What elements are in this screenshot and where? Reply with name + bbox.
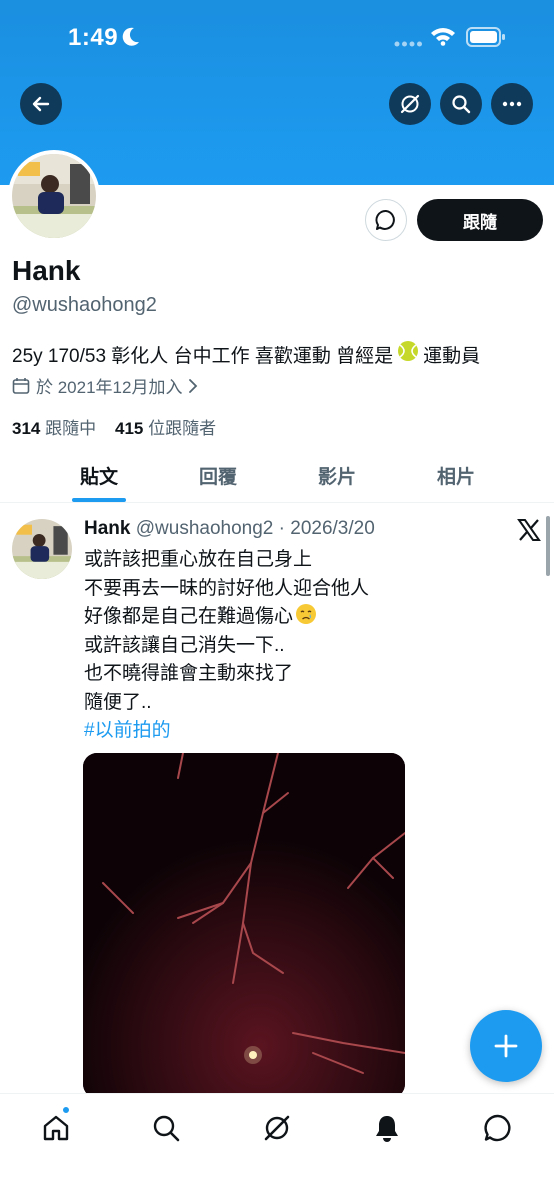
joined-date[interactable]: 於 2021年12月加入 [12, 373, 198, 398]
follow-button[interactable]: 跟隨 [417, 199, 543, 241]
nav-messages[interactable] [480, 1110, 516, 1146]
tab-posts[interactable]: 貼文 [80, 462, 118, 489]
message-button[interactable] [365, 199, 407, 241]
back-button[interactable] [20, 83, 62, 125]
post-media[interactable] [83, 753, 405, 1098]
following-count: 314 [12, 419, 41, 438]
wifi-icon [431, 28, 455, 46]
plus-icon [494, 1034, 518, 1058]
search-button[interactable] [440, 83, 482, 125]
battery-icon [466, 27, 505, 47]
post-line: 不要再去一昧的討好他人迎合他人 [84, 577, 370, 599]
home-icon [43, 1115, 69, 1141]
status-bar: 1:49 [0, 0, 554, 75]
messages-icon [484, 1114, 511, 1142]
post-line: 隨便了.. [84, 691, 152, 713]
follow-stats: 314 跟隨中 415 位跟隨者 [12, 414, 216, 439]
post-avatar[interactable] [12, 519, 72, 579]
post-line: 或許該讓自己消失一下.. [84, 634, 285, 656]
post-text: 或許該把重心放在自己身上 不要再去一昧的討好他人迎合他人 好像都是自己在難過傷心… [84, 546, 369, 746]
message-icon [375, 210, 395, 230]
profile-tabs: 貼文 回覆 影片 相片 [0, 448, 554, 503]
tab-videos[interactable]: 影片 [318, 462, 356, 489]
bio-text-end: 運動員 [423, 345, 481, 367]
post-author-name[interactable]: Hank [84, 518, 130, 539]
grok-icon [400, 94, 420, 114]
profile-name: Hank [12, 255, 81, 286]
post-line-with-emoji: 好像都是自己在難過傷心 [84, 603, 369, 632]
post-line: 好像都是自己在難過傷心 [84, 606, 294, 627]
followers-count: 415 [115, 419, 144, 438]
moon-icon [122, 27, 139, 46]
nav-search[interactable] [148, 1110, 184, 1146]
home-notification-dot [62, 1106, 70, 1114]
active-tab-indicator [72, 498, 126, 502]
profile-avatar[interactable] [8, 150, 100, 242]
tab-replies[interactable]: 回覆 [199, 462, 237, 489]
status-time: 1:49 [68, 24, 119, 51]
followers-label: 位跟隨者 [148, 419, 217, 438]
grok-icon [264, 1115, 290, 1141]
bio-text-start: 25y 170/53 彰化人 台中工作 喜歡運動 曾經是 [12, 345, 394, 367]
post-hashtag[interactable]: #以前拍的 [84, 717, 369, 746]
post-header: Hank @wushaohong2 · 2026/3/20 [84, 518, 375, 540]
following-label: 跟隨中 [45, 419, 97, 438]
x-logo-icon [517, 519, 541, 541]
search-icon [452, 95, 471, 114]
scrollbar[interactable] [546, 516, 550, 576]
tennis-ball-emoji [397, 340, 419, 368]
compose-button[interactable] [470, 1010, 542, 1082]
search-icon [153, 1115, 180, 1142]
nav-home[interactable] [38, 1110, 74, 1146]
bell-icon [376, 1116, 398, 1142]
back-arrow-icon [32, 96, 50, 112]
post-author-meta: @wushaohong2 · 2026/3/20 [135, 518, 375, 539]
tab-photos[interactable]: 相片 [437, 462, 475, 489]
chevron-right-icon [189, 378, 198, 393]
post-photo [83, 753, 405, 1098]
nav-notifications[interactable] [369, 1110, 405, 1146]
followers-link[interactable]: 415 位跟隨者 [115, 419, 216, 438]
nav-grok[interactable] [259, 1110, 295, 1146]
following-link[interactable]: 314 跟隨中 [12, 419, 96, 438]
signal-dots-icon [394, 41, 422, 47]
more-icon [502, 101, 522, 107]
grok-button[interactable] [389, 83, 431, 125]
bottom-navigation [0, 1093, 554, 1200]
post-line: 也不曉得誰會主動來找了 [84, 663, 294, 684]
post-line: 或許該把重心放在自己身上 [84, 549, 313, 570]
profile-bio: 25y 170/53 彰化人 台中工作 喜歡運動 曾經是 運動員 [12, 340, 480, 368]
avatar-photo [12, 154, 96, 238]
more-button[interactable] [491, 83, 533, 125]
joined-text: 於 2021年12月加入 [36, 378, 183, 397]
profile-handle: @wushaohong2 [12, 294, 157, 316]
crying-face-emoji [296, 604, 317, 624]
calendar-icon [12, 377, 30, 394]
